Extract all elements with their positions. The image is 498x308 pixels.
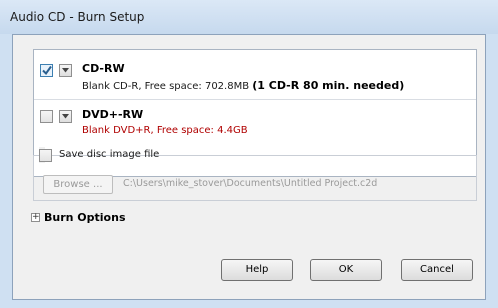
ok-button[interactable]: OK (310, 259, 382, 281)
drive-name: CD-RW (82, 62, 125, 75)
drive-free-space: Blank DVD+R, Free space: 4.4GB (82, 125, 248, 136)
drive-checkbox-cd-rw[interactable] (40, 64, 53, 77)
burn-setup-dialog: Audio CD - Burn Setup CD-RW Blank CD-R, … (0, 0, 498, 308)
drive-item-dvd-rw[interactable]: DVD+-RW Blank DVD+R, Free space: 4.4GB (34, 106, 476, 146)
dropdown-arrow-icon (62, 114, 69, 119)
drive-free-space: Blank CD-R, Free space: 702.8MB (82, 81, 250, 92)
burn-options-label: Burn Options (44, 211, 126, 224)
drive-item-cd-rw[interactable]: CD-RW Blank CD-R, Free space: 702.8MB (1… (34, 60, 476, 100)
cancel-button[interactable]: Cancel (401, 259, 473, 281)
save-disc-image-label: Save disc image file (59, 149, 160, 160)
save-disc-image-checkbox[interactable] (39, 149, 52, 162)
checkmark-icon (42, 65, 52, 76)
dialog-body: CD-RW Blank CD-R, Free space: 702.8MB (1… (12, 34, 486, 300)
drive-separator (34, 99, 476, 100)
drive-info: Blank CD-R, Free space: 702.8MB (1 CD-R … (82, 79, 404, 92)
disc-image-path: C:\Users\mike_stover\Documents\Untitled … (123, 178, 378, 189)
drive-checkbox-dvd-rw[interactable] (40, 110, 53, 123)
window-title: Audio CD - Burn Setup (10, 10, 145, 24)
browse-button: Browse ... (43, 175, 113, 194)
save-disc-image-option[interactable]: Save disc image file (39, 147, 159, 163)
title-bar[interactable]: Audio CD - Burn Setup (0, 0, 498, 34)
expand-plus-icon[interactable]: + (31, 213, 40, 222)
dropdown-arrow-icon (62, 68, 69, 73)
drive-dropdown-cd-rw[interactable] (59, 64, 72, 77)
drive-name: DVD+-RW (82, 108, 144, 121)
help-button[interactable]: Help (221, 259, 293, 281)
discs-needed: (1 CD-R 80 min. needed) (252, 79, 405, 92)
drive-dropdown-dvd-rw[interactable] (59, 110, 72, 123)
